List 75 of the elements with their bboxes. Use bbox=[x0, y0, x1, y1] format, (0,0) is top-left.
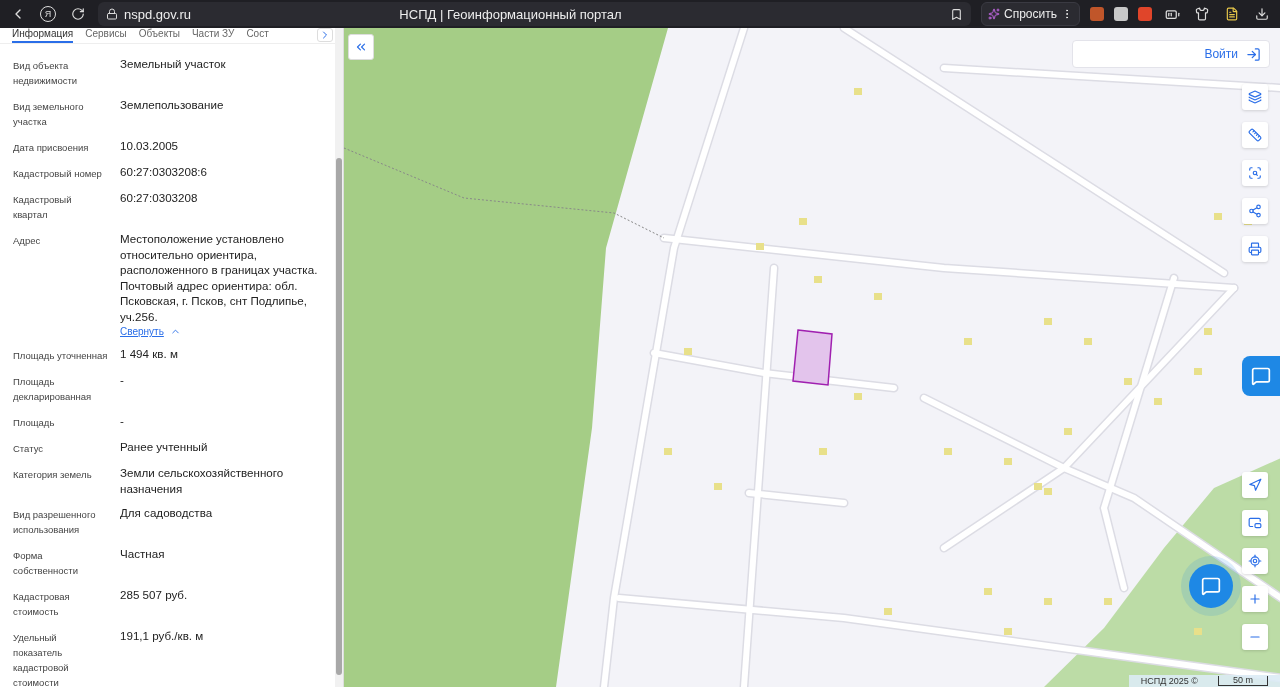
field-label: Площадь bbox=[13, 416, 56, 430]
page-title: НСПД | Геоинформационный портал bbox=[398, 6, 623, 22]
map[interactable]: Войти НСПД 2025 © 50 m bbox=[344, 28, 1280, 687]
field-label: Удельный показатель кадастровой стоимости bbox=[13, 631, 70, 687]
address-bar[interactable]: nspd.gov.ru НСПД | Геоинформационный портал bbox=[98, 2, 972, 26]
next-tab-button[interactable] bbox=[317, 28, 333, 42]
speech-bubble-icon bbox=[1251, 366, 1271, 386]
ruler-icon bbox=[1248, 128, 1262, 142]
extension-icon[interactable] bbox=[1114, 7, 1128, 21]
scrollbar[interactable] bbox=[335, 28, 343, 687]
ruler-button[interactable] bbox=[1242, 122, 1268, 148]
field-label: Кадастровый квартал bbox=[13, 193, 73, 222]
field-label: Категория земель bbox=[13, 468, 93, 482]
collapse-link[interactable]: Свернуть bbox=[120, 324, 325, 337]
field-label: Кадастровый номер bbox=[13, 167, 103, 181]
search-area-button[interactable] bbox=[1242, 160, 1268, 186]
field-value: Земельный участок bbox=[120, 56, 227, 72]
chat-icon bbox=[1201, 576, 1221, 596]
field-value: 10.03.2005 bbox=[120, 138, 180, 154]
field-value: Для садоводства bbox=[120, 505, 214, 521]
field-value: Частная bbox=[120, 546, 166, 562]
field-label: Статус bbox=[13, 442, 45, 456]
navigation-button[interactable] bbox=[1242, 472, 1268, 498]
picture-in-picture-button[interactable] bbox=[1242, 510, 1268, 536]
field-label: Кадастровая стоимость bbox=[13, 590, 71, 619]
panel-tab[interactable]: Сервисы bbox=[85, 28, 127, 43]
zoom-out-button[interactable] bbox=[1242, 624, 1268, 650]
layers-icon bbox=[1248, 90, 1262, 104]
panel-tab[interactable]: Сост bbox=[246, 28, 269, 43]
panel-tab[interactable]: Части ЗУ bbox=[191, 28, 235, 43]
zoom-in-button[interactable] bbox=[1242, 586, 1268, 612]
navigation-arrow-icon bbox=[1248, 478, 1262, 492]
field-label: Дата присвоения bbox=[13, 141, 90, 155]
field-value: 285 507 руб. bbox=[120, 587, 189, 603]
field-value: 60:27:0303208:6 bbox=[120, 164, 209, 180]
locate-icon bbox=[1248, 554, 1262, 568]
share-button[interactable] bbox=[1242, 198, 1268, 224]
attribution-text: НСПД 2025 © bbox=[1140, 676, 1198, 686]
print-button[interactable] bbox=[1242, 236, 1268, 262]
field-value: Землепользование bbox=[120, 97, 225, 113]
field-label: Вид объекта недвижимости bbox=[13, 59, 79, 88]
picture-in-picture-icon bbox=[1248, 516, 1262, 530]
field-value: - bbox=[120, 372, 125, 388]
field-label: Площадь декларированная bbox=[13, 375, 93, 404]
panel-tab[interactable]: Объекты bbox=[138, 28, 180, 43]
field-label: Вид земельного участка bbox=[13, 100, 85, 129]
url-text: nspd.gov.ru bbox=[124, 6, 191, 22]
field-label: Форма собственности bbox=[13, 549, 79, 578]
share-icon bbox=[1248, 204, 1262, 218]
field-value: Местоположение установлено относительно ориентира, расположенного в границах участка. Почтовый адрес ориентира: обл. Псковская, г. Псков, снт Подлипье, уч.256. bbox=[120, 231, 319, 324]
ask-button[interactable]: Спросить bbox=[981, 2, 1080, 26]
field-value: Ранее учтенный bbox=[120, 439, 209, 455]
lock-icon bbox=[106, 8, 118, 20]
locate-button[interactable] bbox=[1242, 548, 1268, 574]
plus-icon bbox=[1248, 592, 1262, 606]
field-value: 60:27:0303208 bbox=[120, 190, 199, 206]
bookmark-icon[interactable] bbox=[950, 7, 964, 21]
collapse-panel-button[interactable] bbox=[348, 34, 374, 60]
login-button[interactable]: Войти bbox=[1072, 40, 1270, 68]
sparkle-icon bbox=[988, 8, 1001, 20]
field-value: 191,1 руб./кв. м bbox=[120, 628, 205, 644]
field-value: 1 494 кв. м bbox=[120, 346, 179, 362]
field-label: Адрес bbox=[13, 234, 42, 248]
printer-icon bbox=[1248, 242, 1262, 256]
field-value: Земли сельскохозяйственного назначения bbox=[120, 465, 285, 496]
login-icon bbox=[1246, 46, 1261, 62]
side-tab-button[interactable] bbox=[1242, 356, 1280, 396]
field-label: Вид разрешенного использования bbox=[13, 508, 97, 537]
field-value: - bbox=[120, 413, 125, 429]
layers-button[interactable] bbox=[1242, 84, 1268, 110]
double-chevron-left-icon bbox=[354, 40, 368, 54]
search-area-icon bbox=[1248, 166, 1262, 180]
scale-bar: 50 m bbox=[1218, 676, 1268, 686]
panel-tab[interactable]: Информация bbox=[12, 28, 74, 43]
field-label: Площадь уточненная bbox=[13, 349, 108, 363]
